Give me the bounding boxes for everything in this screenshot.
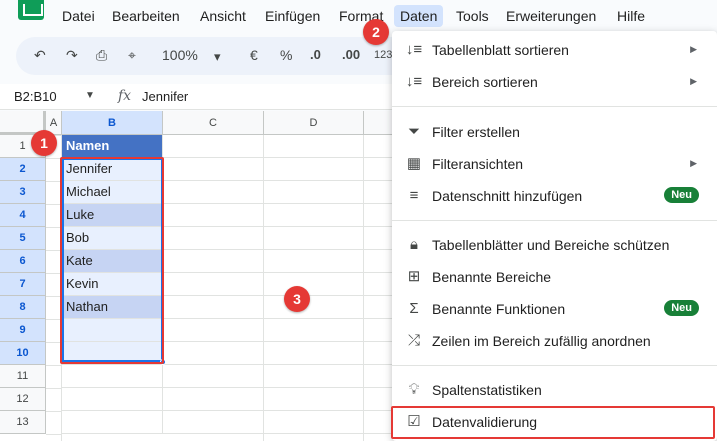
paint-format-icon[interactable]: ⌖ <box>128 47 136 64</box>
new-badge: Neu <box>664 187 699 203</box>
menu-hilfe[interactable]: Hilfe <box>617 8 645 24</box>
row-header-5[interactable]: 5 <box>0 227 46 250</box>
zoom-select[interactable]: 100% <box>162 47 198 63</box>
submenu-arrow-icon: ▶ <box>690 44 697 54</box>
sort-icon: ↓≡ <box>405 73 423 90</box>
slicer-icon: ≡ <box>409 187 419 204</box>
row-header-4[interactable]: 4 <box>0 204 46 227</box>
menu-separator <box>392 106 717 107</box>
print-icon[interactable]: ⎙ <box>96 47 107 64</box>
sheets-logo-icon[interactable] <box>18 0 44 20</box>
menu-ansicht[interactable]: Ansicht <box>200 8 246 24</box>
menu-separator <box>392 220 717 221</box>
named-ranges-icon: ⊞ <box>407 268 421 285</box>
more-formats-button[interactable]: 123 <box>374 49 392 61</box>
zoom-chevron-down-icon[interactable]: ▾ <box>214 49 221 65</box>
lightbulb-icon: 💡︎ <box>408 381 420 398</box>
menu-bar: Datei Bearbeiten Ansicht Einfügen Format… <box>0 0 717 32</box>
menu-item-spaltenstatistiken[interactable]: 💡︎ Spaltenstatistiken <box>392 373 717 405</box>
columns-c-d-cells[interactable] <box>163 135 394 441</box>
menu-item-bereich-sortieren[interactable]: ↓≡ Bereich sortieren ▶ <box>392 65 717 97</box>
percent-button[interactable]: % <box>280 47 292 63</box>
row-header-9[interactable]: 9 <box>0 319 46 342</box>
filter-views-icon: ▦ <box>406 155 422 172</box>
decrease-decimal-button[interactable]: .0 <box>310 47 321 62</box>
filter-icon: ⏷ <box>407 123 420 140</box>
row-header-3[interactable]: 3 <box>0 181 46 204</box>
empty-cell[interactable] <box>62 411 163 434</box>
menu-bearbeiten[interactable]: Bearbeiten <box>112 8 180 24</box>
empty-cell[interactable] <box>62 388 163 411</box>
row-header-11[interactable]: 11 <box>0 365 46 388</box>
column-header-e[interactable] <box>364 111 394 135</box>
menu-item-benannte-funktionen[interactable]: Σ Benannte Funktionen Neu <box>392 292 717 324</box>
step-badge-2: 2 <box>363 19 389 45</box>
currency-button[interactable]: € <box>250 47 258 63</box>
menu-item-benannte-bereiche[interactable]: ⊞ Benannte Bereiche <box>392 260 717 292</box>
sort-icon: ↓≡ <box>405 41 423 58</box>
menu-item-datenschnitt-hinzufuegen[interactable]: ≡ Datenschnitt hinzufügen Neu <box>392 179 717 211</box>
step-badge-3: 3 <box>284 286 310 312</box>
menu-item-blaetter-schuetzen[interactable]: 🔒︎ Tabellenblätter und Bereiche schützen <box>392 228 717 260</box>
submenu-arrow-icon: ▶ <box>690 158 697 168</box>
header-cell-namen[interactable]: Namen <box>62 135 163 158</box>
submenu-arrow-icon: ▶ <box>690 76 697 86</box>
shuffle-icon: ⤮ <box>407 332 420 349</box>
column-header-b[interactable]: B <box>62 111 163 135</box>
undo-icon[interactable]: ↶ <box>34 47 46 64</box>
new-badge: Neu <box>664 300 699 316</box>
name-box-chevron-down-icon[interactable]: ▼ <box>85 90 95 101</box>
row-header-6[interactable]: 6 <box>0 250 46 273</box>
increase-decimal-button[interactable]: .00 <box>342 47 360 62</box>
empty-cell[interactable] <box>62 365 163 388</box>
fx-icon: fx <box>118 88 132 104</box>
menu-einfuegen[interactable]: Einfügen <box>265 8 320 24</box>
menu-item-filteransichten[interactable]: ▦ Filteransichten ▶ <box>392 147 717 179</box>
column-header-d[interactable]: D <box>264 111 364 135</box>
sigma-icon: Σ <box>409 300 419 317</box>
lock-icon: 🔒︎ <box>410 236 418 253</box>
row-header-13[interactable]: 13 <box>0 411 46 434</box>
redo-icon[interactable]: ↷ <box>66 47 78 64</box>
menu-item-filter-erstellen[interactable]: ⏷ Filter erstellen <box>392 115 717 147</box>
column-header-c[interactable]: C <box>163 111 264 135</box>
name-box[interactable]: B2:B10 <box>14 89 57 104</box>
menu-datei[interactable]: Datei <box>62 8 95 24</box>
menu-erweiterungen[interactable]: Erweiterungen <box>506 8 596 24</box>
menu-item-tabellenblatt-sortieren[interactable]: ↓≡ Tabellenblatt sortieren ▶ <box>392 33 717 65</box>
row-header-12[interactable]: 12 <box>0 388 46 411</box>
row-header-8[interactable]: 8 <box>0 296 46 319</box>
row-header-10[interactable]: 10 <box>0 342 46 365</box>
formula-input[interactable]: Jennifer <box>142 89 188 104</box>
row-header-7[interactable]: 7 <box>0 273 46 296</box>
menu-tools[interactable]: Tools <box>456 8 489 24</box>
menu-item-zeilen-zufaellig[interactable]: ⤮ Zeilen im Bereich zufällig anordnen <box>392 324 717 356</box>
annotation-box-range <box>60 157 164 364</box>
daten-menu-dropdown: ↓≡ Tabellenblatt sortieren ▶ ↓≡ Bereich … <box>392 31 717 441</box>
annotation-box-datenvalidierung <box>391 406 715 439</box>
menu-daten[interactable]: Daten <box>394 5 444 27</box>
step-badge-1: 1 <box>31 130 57 156</box>
menu-separator <box>392 365 717 366</box>
row-header-2[interactable]: 2 <box>0 158 46 181</box>
